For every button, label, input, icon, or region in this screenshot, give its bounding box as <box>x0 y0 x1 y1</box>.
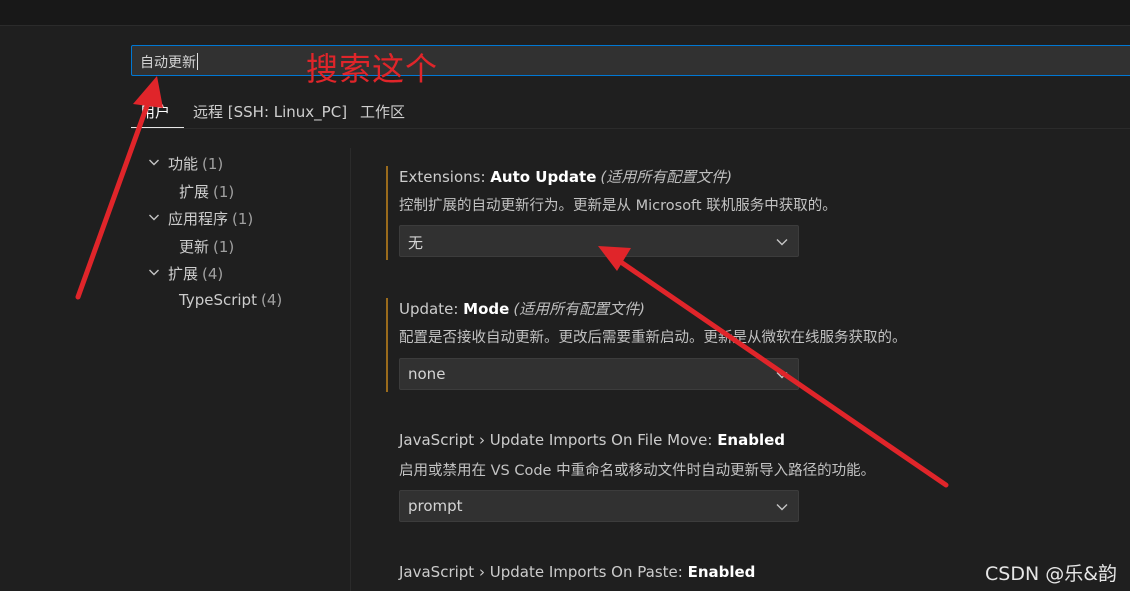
annotation-text: 搜索这个 <box>306 50 439 88</box>
tab-user[interactable]: 用户 <box>140 101 170 122</box>
dropdown-value: 无 <box>408 234 424 252</box>
toc-item-application-update[interactable]: 更新 (1) <box>179 236 234 257</box>
modified-indicator <box>386 166 388 260</box>
dropdown-value: none <box>408 365 446 383</box>
chevron-down-icon <box>776 239 788 246</box>
toc-item-extensions[interactable]: 扩展 (4) <box>168 263 223 284</box>
setting-title: JavaScript › Update Imports On Paste: En… <box>399 563 756 581</box>
setting-description: 启用或禁用在 VS Code 中重命名或移动文件时自动更新导入路径的功能。 <box>399 463 876 479</box>
tab-remote-ssh[interactable]: 远程 [SSH: Linux_PC] <box>193 101 347 122</box>
toc-item-features-extensions[interactable]: 扩展 (1) <box>179 181 234 202</box>
chevron-down-icon[interactable] <box>148 156 160 168</box>
chevron-down-icon <box>776 372 788 379</box>
toc-item-application[interactable]: 应用程序 (1) <box>168 208 253 229</box>
modified-indicator <box>386 298 388 392</box>
setting-title: Update: Mode (适用所有配置文件) <box>399 300 646 318</box>
setting-description: 配置是否接收自动更新。更改后需要重新启动。更新是从微软在线服务获取的。 <box>399 330 907 346</box>
settings-search-input[interactable]: 自动更新 <box>131 45 1130 76</box>
watermark: CSDN @乐&韵 <box>985 563 1118 585</box>
auto-update-dropdown[interactable]: 无 <box>399 225 799 257</box>
text-caret <box>197 53 198 70</box>
update-imports-dropdown[interactable]: prompt <box>399 490 799 522</box>
title-bar <box>0 0 1130 26</box>
tab-workspace[interactable]: 工作区 <box>360 101 405 122</box>
toc-item-extensions-typescript[interactable]: TypeScript (4) <box>179 291 282 309</box>
toc-divider <box>350 148 351 591</box>
setting-description: 控制扩展的自动更新行为。更新是从 Microsoft 联机服务中获取的。 <box>399 198 837 214</box>
update-mode-dropdown[interactable]: none <box>399 358 799 390</box>
chevron-down-icon[interactable] <box>148 266 160 278</box>
search-query[interactable]: 自动更新 <box>140 52 198 72</box>
setting-title: JavaScript › Update Imports On File Move… <box>399 431 786 449</box>
toc-item-features[interactable]: 功能 (1) <box>168 153 223 174</box>
dropdown-value: prompt <box>408 497 463 515</box>
tabs-divider <box>131 128 1130 129</box>
chevron-down-icon[interactable] <box>148 211 160 223</box>
chevron-down-icon <box>776 504 788 511</box>
setting-title: Extensions: Auto Update (适用所有配置文件) <box>399 168 733 186</box>
